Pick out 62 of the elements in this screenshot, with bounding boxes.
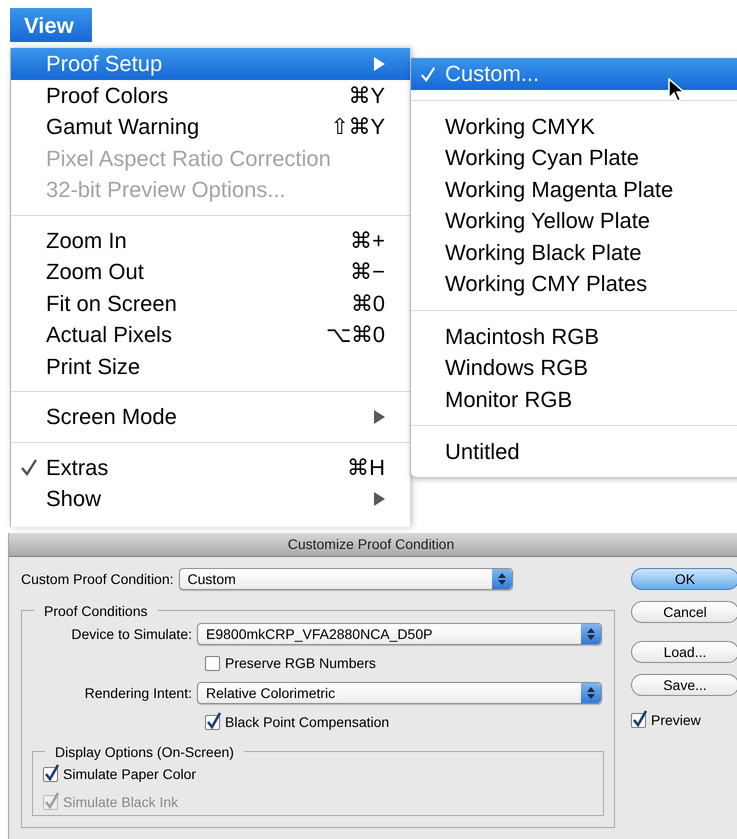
submenu-arrow-icon (373, 410, 385, 424)
menu-item[interactable]: Working Black Plate (411, 236, 737, 268)
menu-item[interactable]: Monitor RGB (411, 384, 737, 415)
dialog-button[interactable]: Load... (631, 641, 737, 663)
menu-item[interactable]: Zoom In ⌘+ (11, 224, 410, 256)
default-button[interactable]: OK (631, 568, 737, 590)
checkbox-box[interactable] (205, 715, 220, 730)
dropdown-select[interactable]: Custom (178, 568, 513, 590)
field-label: Rendering Intent: (84, 684, 192, 703)
checkbox[interactable]: Black Point Compensation (205, 712, 614, 733)
checkmark-icon (206, 712, 222, 729)
shortcut-text: ⌥⌘0 (326, 321, 385, 350)
checkmark-icon (44, 764, 60, 781)
menu-item[interactable]: Working Yellow Plate (411, 205, 737, 236)
stepper-icon (581, 624, 601, 644)
stepper-icon (581, 683, 601, 703)
menu-item[interactable]: Extras ⌘H (11, 452, 410, 483)
cursor-icon (668, 78, 686, 104)
shortcut-text: ⌘0 (350, 290, 385, 318)
checkmark-icon (44, 792, 60, 809)
shortcut-text: ⌘Y (348, 82, 385, 110)
menu-item[interactable]: Actual Pixels ⌥⌘0 (11, 319, 410, 350)
menu-item[interactable]: Screen Mode (11, 401, 410, 432)
submenu-arrow-icon (373, 492, 385, 506)
menu-item[interactable]: Working CMY Plates (411, 268, 737, 300)
menu-item[interactable]: Working CMYK (411, 110, 737, 142)
menu-item[interactable]: Working Cyan Plate (411, 142, 737, 174)
menu-item[interactable]: Macintosh RGB (411, 320, 737, 352)
menu-item[interactable]: Windows RGB (411, 352, 737, 384)
menu-bar-title[interactable]: View (10, 8, 92, 42)
menu-item[interactable]: Proof Setup (11, 48, 410, 80)
menu-item[interactable]: Show (11, 483, 410, 514)
checkbox[interactable]: Preserve RGB Numbers (205, 653, 614, 674)
checkbox-box[interactable] (43, 767, 58, 782)
window-title: Customize Proof Condition (9, 533, 737, 557)
checkmark-icon (632, 710, 648, 727)
dropdown-select[interactable]: Relative Colorimetric (197, 682, 602, 704)
checkbox-box[interactable] (631, 713, 646, 728)
menu-item[interactable]: Working Magenta Plate (411, 174, 737, 205)
menu-item[interactable]: Zoom Out ⌘− (11, 256, 410, 288)
dropdown-select[interactable]: E9800mkCRP_VFA2880NCA_D50P (197, 623, 602, 645)
checkbox-box[interactable] (205, 656, 220, 671)
submenu-arrow-icon (373, 56, 385, 71)
field-label: Device to Simulate: (71, 624, 192, 644)
menu-item[interactable]: Fit on Screen ⌘0 (11, 288, 410, 319)
menu-item[interactable]: Proof Colors ⌘Y (11, 80, 410, 111)
dialog-button[interactable]: Save... (631, 674, 737, 696)
shortcut-text: ⌘H (347, 454, 385, 482)
checkmark-icon (20, 458, 38, 476)
shortcut-text: ⇧⌘Y (330, 113, 385, 142)
menu-item[interactable]: Gamut Warning ⇧⌘Y (11, 111, 410, 142)
stepper-icon (492, 569, 512, 589)
menu-item[interactable]: Custom... (411, 58, 737, 90)
field-label: Custom Proof Condition: (21, 570, 174, 588)
checkmark-icon (420, 66, 436, 82)
shortcut-text: ⌘− (350, 258, 385, 286)
menu-item[interactable]: Print Size (11, 350, 410, 382)
shortcut-text: ⌘+ (350, 226, 385, 255)
checkbox[interactable]: Simulate Paper Color (43, 764, 603, 785)
menu-item[interactable]: Untitled (411, 436, 737, 468)
checkbox[interactable]: Preview (631, 710, 737, 731)
dialog-button[interactable]: Cancel (631, 601, 737, 623)
